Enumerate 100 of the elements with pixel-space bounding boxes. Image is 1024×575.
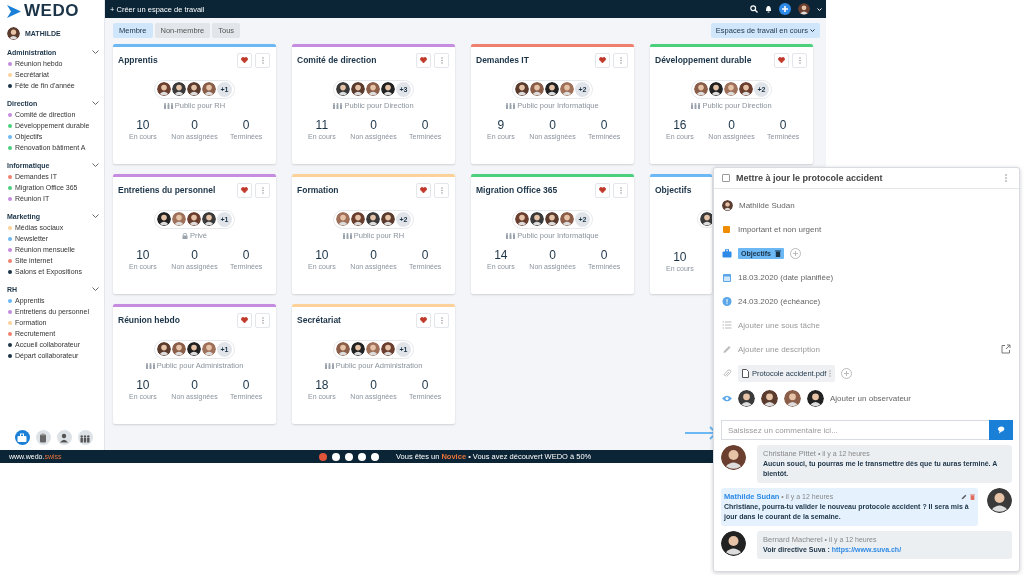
more-icon [261,186,264,194]
comment-field[interactable]: Saisissez un commentaire ici... [721,420,989,440]
search-icon[interactable] [750,5,758,13]
avatar [157,212,171,226]
avatar [560,212,574,226]
heart-icon [599,187,606,193]
avatar [172,212,186,226]
favorite-button[interactable] [774,52,789,68]
avatar [157,82,171,96]
avatar [739,82,753,96]
nav-button[interactable] [77,430,93,445]
favorite-button[interactable] [237,52,252,68]
caret-icon[interactable] [817,7,822,11]
avatar [381,212,395,226]
avatar [366,342,380,356]
card-title: Entretiens du personnel [118,185,217,195]
chevron-icon[interactable] [92,287,99,292]
stat-value: 10 [673,250,687,264]
stat-value: 0 [421,248,429,262]
card-title: Objectifs [655,185,693,195]
more-icon [798,56,801,64]
progress-step[interactable] [332,452,340,461]
planned-date[interactable]: 18.03.2020 (date planifiée) [738,272,834,282]
add-observer-link[interactable]: Ajouter un observateur [830,394,911,403]
avatar [351,342,365,356]
avatar [381,82,395,96]
avatar [157,342,171,356]
avatar [530,82,544,96]
favorite-button[interactable] [237,312,252,328]
stat-value: 0 [728,118,735,132]
list-icon [722,321,732,329]
briefcase-icon [17,432,27,443]
assignee-name[interactable]: Mathilde Sudan [739,200,795,210]
favorite-button[interactable] [595,52,610,68]
more-icon [619,186,622,194]
add-icon[interactable] [779,3,791,15]
favorite-button[interactable] [595,182,610,198]
task-title: Mettre à jour le protocole accident [736,173,884,183]
avatar [738,390,755,407]
avatar [694,82,708,96]
due-date[interactable]: 24.03.2020 (échéance) [738,296,821,306]
external-link-icon[interactable] [1001,344,1011,354]
stat-value: 10 [315,248,329,262]
more-icon [261,316,264,324]
favorite-button[interactable] [416,52,431,68]
trash-icon[interactable] [774,249,781,257]
avatar [187,212,201,226]
paperclip-icon [722,368,732,378]
heart-icon [420,187,427,193]
stat-value: 0 [370,378,377,392]
favorite-button[interactable] [237,182,252,198]
pencil-icon[interactable] [961,493,967,500]
progress-step[interactable] [345,452,353,461]
task-checkbox[interactable] [722,174,730,182]
user-icon [59,432,69,443]
avatar [530,212,544,226]
card-title: Formation [297,185,340,195]
send-button[interactable] [989,420,1013,440]
alert-icon [722,296,732,306]
nav-button[interactable] [56,430,72,445]
clipboard-icon [38,432,48,443]
avatar [709,82,723,96]
stat-value: 0 [779,118,787,132]
trash-icon[interactable] [970,493,975,500]
nav-button[interactable] [35,430,51,445]
stat-value: 0 [242,248,250,262]
more-icon [261,56,264,64]
stat-value: 0 [549,248,556,262]
stat-value: 10 [136,118,150,132]
chevron-icon[interactable] [92,214,99,219]
progress-step[interactable] [358,452,366,461]
stat-value: 0 [600,248,608,262]
priority-label[interactable]: Important et non urgent [738,224,822,234]
stat-value: 14 [494,248,508,262]
card-title: Réunion hebdo [118,315,181,325]
favorite-button[interactable] [416,182,431,198]
chevron-icon[interactable] [92,163,99,168]
chevron-icon[interactable] [92,101,99,106]
heart-icon [241,57,248,63]
calendar-icon [722,272,732,282]
avatar [172,82,186,96]
stat-value: 10 [136,248,150,262]
favorite-button[interactable] [416,312,431,328]
card-title: Apprentis [118,55,159,65]
card-title: Secrétariat [297,315,342,325]
avatar [545,212,559,226]
avatar [807,390,824,407]
avatar [721,445,746,470]
avatar [798,3,810,15]
stat-value: 16 [673,118,687,132]
nav-button[interactable] [14,430,30,445]
avatar [724,82,738,96]
progress-step[interactable] [371,452,379,461]
heart-icon [241,187,248,193]
avatar [336,342,350,356]
avatar [202,82,216,96]
bell-icon[interactable] [765,5,772,13]
chevron-icon[interactable] [92,50,99,55]
stat-value: 0 [370,248,377,262]
briefcase-icon [722,248,732,258]
